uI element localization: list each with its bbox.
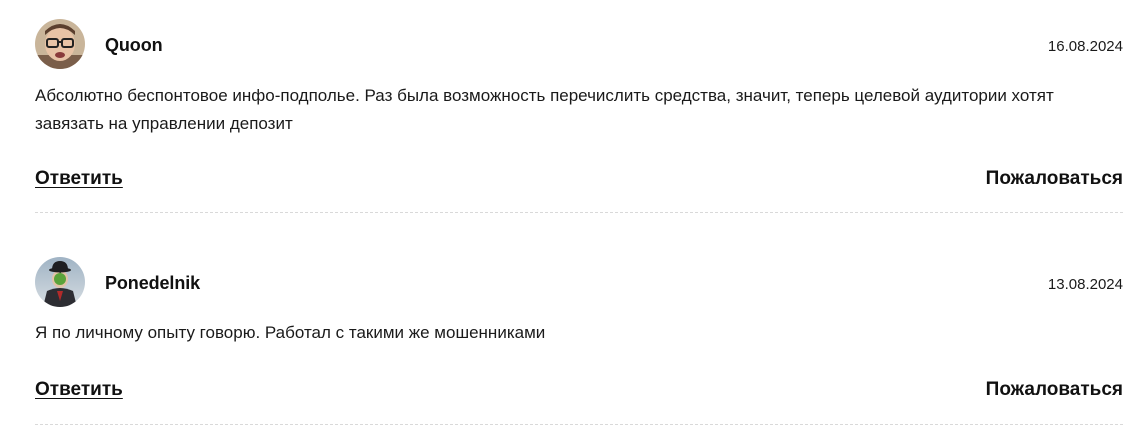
comment-author: Quoon xyxy=(105,35,163,55)
comment-text: Я по личному опыту говорю. Работал с так… xyxy=(35,323,546,342)
reply-link[interactable]: Ответить xyxy=(35,168,123,190)
comment-actions: Ответить Пожаловаться xyxy=(35,168,1123,196)
comment-header: Ponedelnik 13.08.2024 xyxy=(35,257,1123,309)
avatar[interactable] xyxy=(35,19,85,69)
reply-link[interactable]: Ответить xyxy=(35,379,123,401)
divider xyxy=(35,424,1123,425)
comment-item: Quoon 16.08.2024 Абсолютно беспонтовое и… xyxy=(35,19,1123,213)
report-link[interactable]: Пожаловаться xyxy=(986,168,1123,190)
comment-item: Ponedelnik 13.08.2024 Я по личному опыту… xyxy=(35,257,1123,425)
comments-list: Quoon 16.08.2024 Абсолютно беспонтовое и… xyxy=(0,0,1141,439)
avatar-man-with-glasses-icon xyxy=(35,19,85,69)
comment-actions: Ответить Пожаловаться xyxy=(35,379,1123,407)
comment-text: Абсолютно беспонтовое инфо-подполье. Раз… xyxy=(35,86,1054,133)
comment-author: Ponedelnik xyxy=(105,273,201,293)
avatar[interactable] xyxy=(35,257,85,307)
divider xyxy=(35,212,1123,213)
avatar-man-with-bowler-hat-and-apple-icon xyxy=(35,257,85,307)
report-link[interactable]: Пожаловаться xyxy=(986,379,1123,401)
comment-date: 16.08.2024 xyxy=(1047,38,1123,55)
comment-header: Quoon 16.08.2024 xyxy=(35,19,1123,71)
comment-date: 13.08.2024 xyxy=(1047,276,1123,293)
